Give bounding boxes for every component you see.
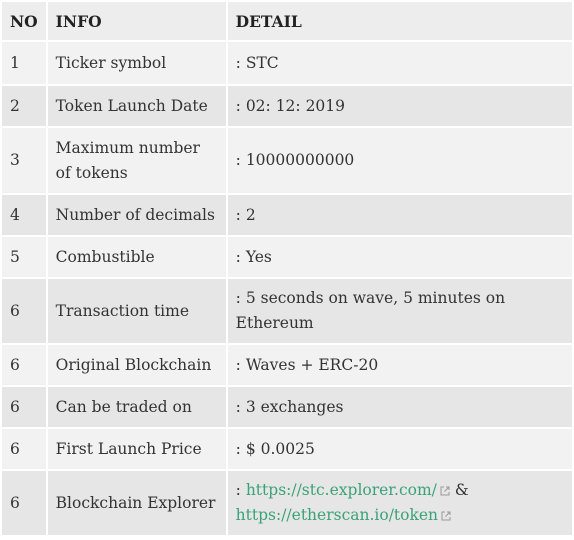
row-no: 4: [2, 195, 46, 235]
row-info: Token Launch Date: [47, 86, 226, 126]
external-link-icon: [440, 486, 450, 496]
external-link-icon: [441, 511, 451, 521]
table-row: 6 Can be traded on : 3 exchanges: [2, 387, 572, 427]
table-row: 6 First Launch Price : $ 0.0025: [2, 429, 572, 469]
row-info: Original Blockchain: [47, 345, 226, 385]
detail-prefix: :: [235, 481, 246, 499]
row-no: 5: [2, 237, 46, 277]
row-detail: : 02: 12: 2019: [227, 86, 572, 126]
row-no: 2: [2, 86, 46, 126]
header-detail: DETAIL: [227, 2, 572, 40]
row-detail: : 2: [227, 195, 572, 235]
row-no: 6: [2, 471, 46, 535]
table-row: 6 Transaction time : 5 seconds on wave, …: [2, 279, 572, 343]
token-info-table: NO INFO DETAIL 1 Ticker symbol : STC 2 T…: [0, 0, 574, 537]
row-info: Number of decimals: [47, 195, 226, 235]
etherscan-token-link[interactable]: https://etherscan.io/token: [236, 506, 438, 524]
table-row: 6 Blockchain Explorer : https://stc.expl…: [2, 471, 572, 535]
row-info: Ticker symbol: [47, 42, 226, 84]
table-row: 4 Number of decimals : 2: [2, 195, 572, 235]
table-row: 3 Maximum number of tokens : 10000000000: [2, 128, 572, 193]
row-info: Blockchain Explorer: [47, 471, 226, 535]
row-no: 6: [2, 387, 46, 427]
row-info: First Launch Price: [47, 429, 226, 469]
row-no: 3: [2, 128, 46, 193]
table-row: 1 Ticker symbol : STC: [2, 42, 572, 84]
table-row: 2 Token Launch Date : 02: 12: 2019: [2, 86, 572, 126]
table-header-row: NO INFO DETAIL: [2, 2, 572, 40]
header-info: INFO: [47, 2, 226, 40]
header-no: NO: [2, 2, 46, 40]
row-no: 6: [2, 345, 46, 385]
row-info: Maximum number of tokens: [47, 128, 226, 193]
row-detail: : 5 seconds on wave, 5 minutes on Ethere…: [227, 279, 572, 343]
row-detail: : $ 0.0025: [227, 429, 572, 469]
stc-explorer-link[interactable]: https://stc.explorer.com/: [246, 481, 437, 499]
row-detail: : 10000000000: [227, 128, 572, 193]
row-no: 1: [2, 42, 46, 84]
table-row: 5 Combustible : Yes: [2, 237, 572, 277]
link-separator: &: [449, 481, 474, 499]
row-detail: : 3 exchanges: [227, 387, 572, 427]
row-no: 6: [2, 279, 46, 343]
row-info: Combustible: [47, 237, 226, 277]
row-detail: : Yes: [227, 237, 572, 277]
row-detail: : Waves + ERC-20: [227, 345, 572, 385]
row-no: 6: [2, 429, 46, 469]
row-info: Transaction time: [47, 279, 226, 343]
row-detail: : https://stc.explorer.com/ & https://et…: [227, 471, 572, 535]
row-info: Can be traded on: [47, 387, 226, 427]
row-detail: : STC: [227, 42, 572, 84]
table-row: 6 Original Blockchain : Waves + ERC-20: [2, 345, 572, 385]
